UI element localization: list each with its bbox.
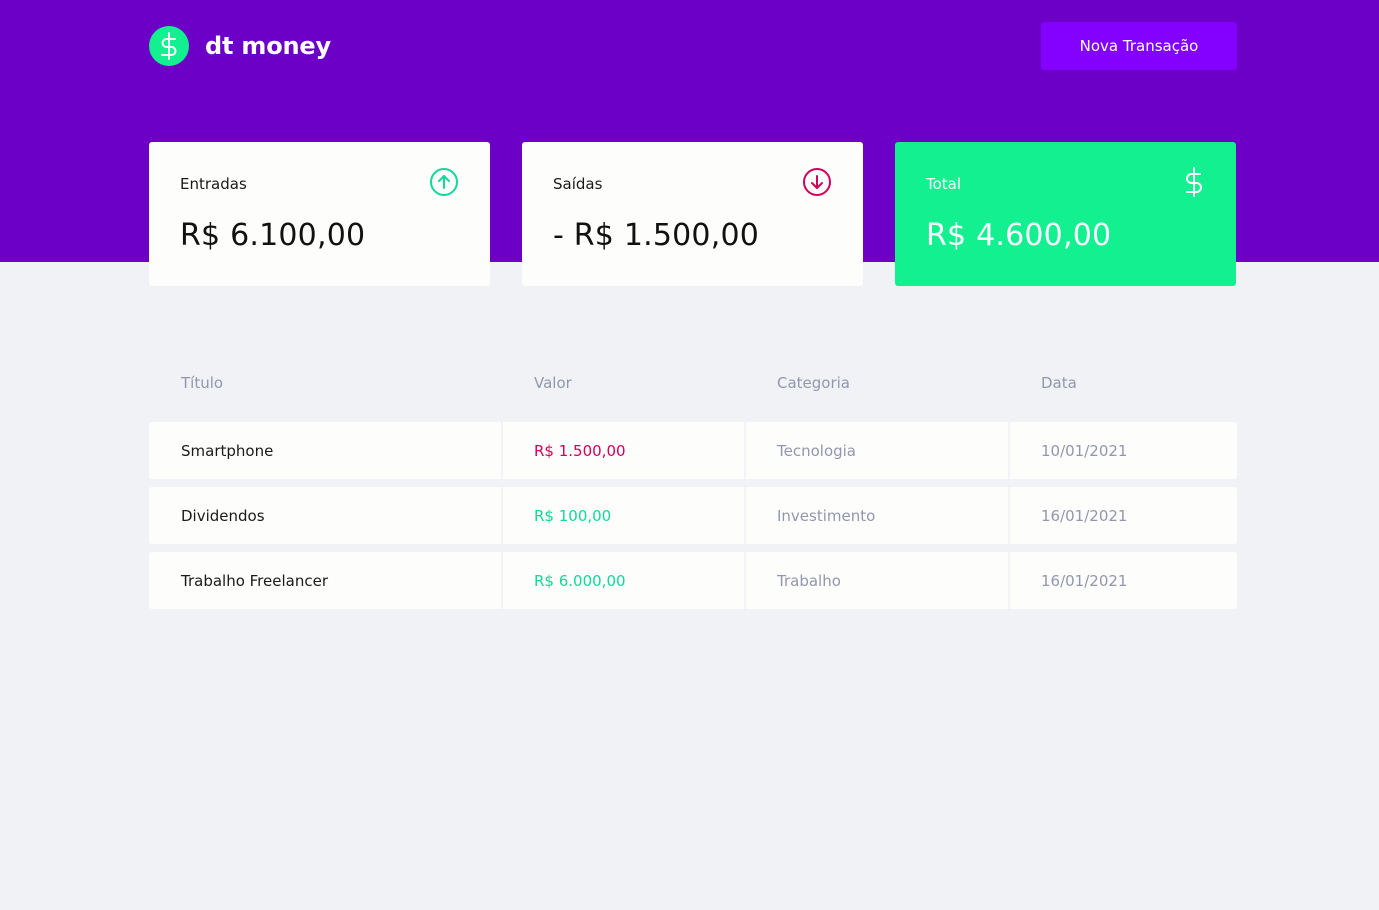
row-amount: R$ 1.500,00 xyxy=(534,441,626,460)
column-amount: Valor xyxy=(534,374,572,392)
table-row: Smartphone R$ 1.500,00 Tecnologia 10/01/… xyxy=(149,422,1237,479)
cell-divider xyxy=(1008,552,1010,609)
card-income-value: R$ 6.100,00 xyxy=(180,218,366,253)
cell-divider xyxy=(744,487,746,544)
column-category: Categoria xyxy=(777,374,851,392)
card-outcome-value: - R$ 1.500,00 xyxy=(553,218,760,253)
cell-divider xyxy=(1008,422,1010,479)
row-category: Trabalho xyxy=(777,571,841,590)
card-income-label: Entradas xyxy=(180,175,247,193)
cell-divider xyxy=(744,422,746,479)
card-income: Entradas R$ 6.100,00 xyxy=(149,142,490,286)
cell-divider xyxy=(501,422,503,479)
row-title: Smartphone xyxy=(181,441,274,460)
column-title: Título xyxy=(181,374,224,392)
arrow-up-circle-icon xyxy=(429,167,459,201)
card-total-label: Total xyxy=(926,175,962,193)
row-date: 16/01/2021 xyxy=(1041,506,1128,525)
row-title: Dividendos xyxy=(181,506,265,525)
table-row: Dividendos R$ 100,00 Investimento 16/01/… xyxy=(149,487,1237,544)
dollar-logo-icon xyxy=(149,26,189,66)
table-row: Trabalho Freelancer R$ 6.000,00 Trabalho… xyxy=(149,552,1237,609)
row-amount: R$ 6.000,00 xyxy=(534,571,626,590)
dollar-icon xyxy=(1183,166,1205,202)
arrow-down-circle-icon xyxy=(802,167,832,201)
row-date: 16/01/2021 xyxy=(1041,571,1128,590)
row-date: 10/01/2021 xyxy=(1041,441,1128,460)
card-total: Total R$ 4.600,00 xyxy=(895,142,1236,286)
cell-divider xyxy=(501,487,503,544)
transactions-table-header: Título Valor Categoria Data xyxy=(149,374,1237,398)
new-transaction-button[interactable]: Nova Transação xyxy=(1041,22,1237,70)
card-outcome-label: Saídas xyxy=(553,175,603,193)
logo: dt money xyxy=(149,26,331,66)
row-title: Trabalho Freelancer xyxy=(181,571,328,590)
row-amount: R$ 100,00 xyxy=(534,506,612,525)
card-outcome: Saídas - R$ 1.500,00 xyxy=(522,142,863,286)
card-total-value: R$ 4.600,00 xyxy=(926,218,1112,253)
row-category: Tecnologia xyxy=(777,441,856,460)
cell-divider xyxy=(744,552,746,609)
row-category: Investimento xyxy=(777,506,876,525)
cell-divider xyxy=(1008,487,1010,544)
column-date: Data xyxy=(1041,374,1077,392)
cell-divider xyxy=(501,552,503,609)
brand-name: dt money xyxy=(205,32,331,60)
